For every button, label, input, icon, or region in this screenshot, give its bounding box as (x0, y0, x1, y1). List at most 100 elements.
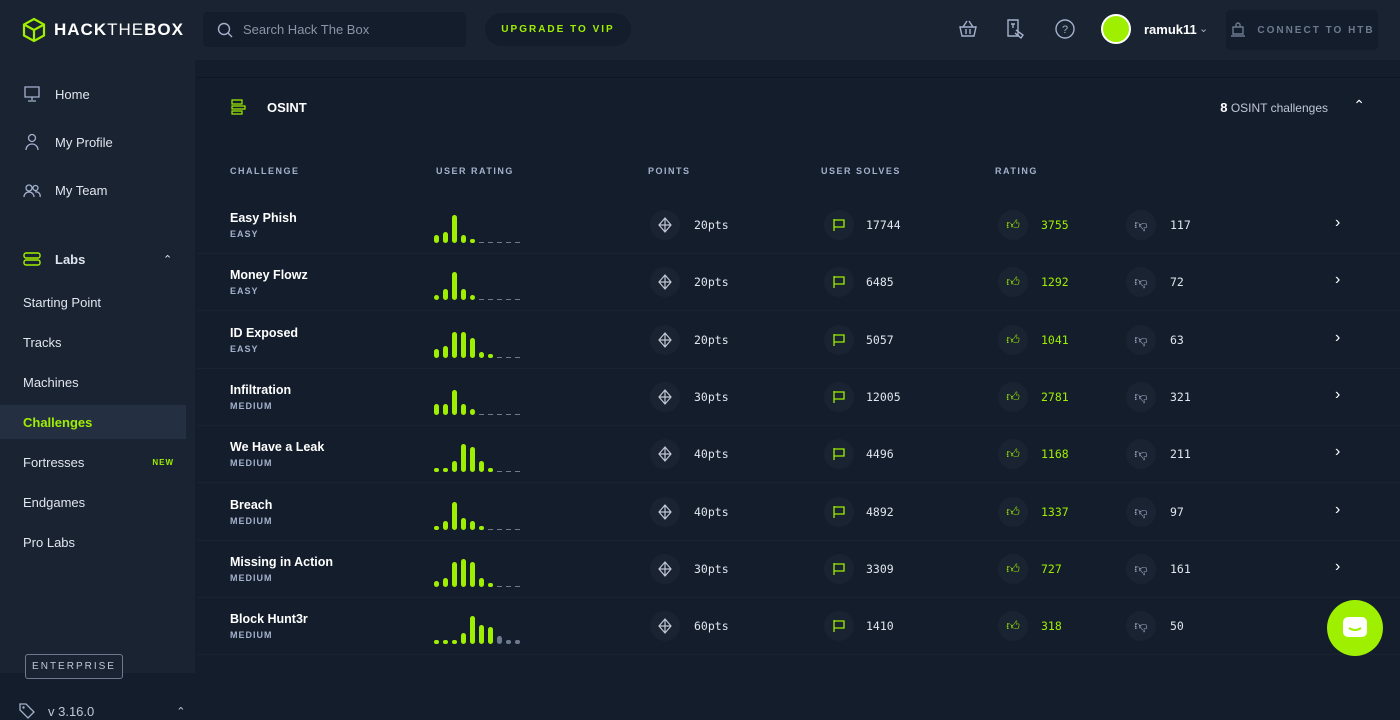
thumbs-down-icon[interactable]: 👎︎ (1126, 553, 1156, 584)
thumbs-down-icon[interactable]: 👎︎ (1126, 324, 1156, 355)
challenge-name[interactable]: Money Flowz (230, 268, 308, 282)
username[interactable]: ramuk11 (1144, 22, 1197, 37)
user-solves-count: 3309 (866, 561, 894, 576)
sidebar-item-starting-point[interactable]: Starting Point (0, 285, 186, 319)
thumbs-down-icon[interactable]: 👎︎ (1126, 496, 1156, 527)
challenge-name[interactable]: Missing in Action (230, 555, 333, 569)
user-rating-histogram (434, 498, 529, 530)
thumbs-down-icon[interactable]: 👎︎ (1126, 210, 1156, 240)
sidebar-item-tracks[interactable]: Tracks (0, 325, 186, 359)
chevron-right-icon[interactable]: › (1335, 443, 1340, 461)
thumbs-up-icon[interactable]: 👍︎ (998, 324, 1028, 355)
chevron-right-icon[interactable]: › (1335, 558, 1340, 576)
thumbs-down-icon[interactable]: 👎︎ (1126, 381, 1156, 412)
sidebar-item-fortresses[interactable]: Fortresses NEW (0, 445, 186, 479)
chevron-right-icon[interactable]: › (1335, 329, 1340, 347)
difficulty-label: MEDIUM (230, 400, 273, 411)
thumbs-up-icon[interactable]: 👍︎ (998, 439, 1028, 470)
likes-count: 1337 (1041, 504, 1069, 519)
avatar[interactable] (1101, 14, 1131, 44)
points-icon (650, 496, 680, 527)
sidebar-item-pro-labs[interactable]: Pro Labs (0, 525, 186, 559)
challenge-row[interactable]: Money Flowz EASY 20pts 6485 👍︎ 1292 👎︎ 7… (197, 254, 1400, 312)
thumbs-down-icon[interactable]: 👎︎ (1126, 267, 1156, 298)
chevron-right-icon[interactable]: › (1335, 386, 1340, 404)
thumbs-up-icon[interactable]: 👍︎ (998, 496, 1028, 527)
chevron-up-icon: ⌃ (176, 705, 186, 718)
rating-bar (443, 403, 448, 415)
challenge-row[interactable]: Breach MEDIUM 40pts 4892 👍︎ 1337 👎︎ 97 › (197, 484, 1400, 541)
rating-bar (470, 561, 475, 587)
rating-bar (434, 581, 439, 587)
rating-bar (461, 444, 466, 473)
cube-logo-icon (22, 17, 46, 43)
sidebar-item-challenges[interactable]: Challenges (0, 405, 186, 439)
thumbs-up-icon[interactable]: 👍︎ (998, 381, 1028, 412)
rating-bar (434, 294, 439, 301)
chat-support-button[interactable] (1327, 600, 1383, 656)
vpn-ticket-icon[interactable] (1005, 18, 1027, 40)
difficulty-label: EASY (230, 229, 259, 239)
column-header-user-rating[interactable]: USER RATING (436, 166, 514, 176)
connect-to-htb-button[interactable]: CONNECT TO HTB (1226, 10, 1378, 50)
rating-bar (461, 289, 466, 301)
column-header-points[interactable]: POINTS (648, 166, 691, 176)
challenge-row[interactable]: Missing in Action MEDIUM 30pts 3309 👍︎ 7… (197, 541, 1400, 598)
challenge-row[interactable]: Block Hunt3r MEDIUM 60pts 1410 👍︎ 318 👎︎… (197, 598, 1400, 656)
version-label: v 3.16.0 (48, 703, 95, 719)
challenge-name[interactable]: Block Hunt3r (230, 612, 308, 626)
sidebar-item-my-profile[interactable]: My Profile (23, 133, 113, 151)
thumbs-up-icon[interactable]: 👍︎ (998, 553, 1028, 584)
team-icon (23, 184, 41, 198)
sidebar-label: Home (55, 86, 90, 102)
challenge-name[interactable]: We Have a Leak (230, 440, 324, 454)
rating-bar (515, 640, 520, 645)
user-rating-histogram (434, 555, 529, 587)
chevron-right-icon[interactable]: › (1335, 214, 1340, 232)
chevron-up-icon[interactable]: ⌃ (163, 253, 172, 266)
help-icon[interactable]: ? (1054, 18, 1076, 40)
chevron-down-icon[interactable]: ⌄ (1199, 22, 1208, 35)
challenge-name[interactable]: Infiltration (230, 383, 291, 397)
enterprise-button[interactable]: ENTERPRISE (25, 654, 123, 679)
osint-section-header[interactable]: OSINT 8 OSINT challenges ⌃ (197, 79, 1400, 137)
thumbs-up-icon[interactable]: 👍︎ (998, 210, 1028, 240)
challenge-name[interactable]: ID Exposed (230, 326, 298, 340)
points-value: 40pts (694, 447, 729, 462)
sidebar-item-my-team[interactable]: My Team (23, 181, 108, 199)
version-toggle[interactable]: v 3.16.0 ⌃ (18, 702, 185, 720)
rating-bar (470, 409, 475, 415)
thumbs-up-icon[interactable]: 👍︎ (998, 611, 1028, 642)
challenge-row[interactable]: Easy Phish EASY 20pts 17744 👍︎ 3755 👎︎ 1… (197, 197, 1400, 254)
challenge-row[interactable]: We Have a Leak MEDIUM 40pts 4496 👍︎ 1168… (197, 426, 1400, 484)
challenge-row[interactable]: Infiltration MEDIUM 30pts 12005 👍︎ 2781 … (197, 369, 1400, 426)
sidebar-item-labs[interactable]: Labs ⌃ (23, 250, 173, 268)
challenge-row[interactable]: ID Exposed EASY 20pts 5057 👍︎ 1041 👎︎ 63… (197, 312, 1400, 369)
search-input[interactable]: Search Hack The Box (203, 12, 466, 47)
rating-bar (470, 294, 475, 301)
sidebar-item-machines[interactable]: Machines (0, 365, 186, 399)
chevron-right-icon[interactable]: › (1335, 501, 1340, 519)
htb-logo[interactable]: HACKTHEBOX (22, 17, 184, 43)
points-value: 20pts (694, 275, 729, 290)
collapse-chevron-icon[interactable]: ⌃ (1353, 97, 1365, 114)
user-solves-count: 12005 (866, 389, 901, 404)
rating-bar (434, 640, 439, 645)
challenge-name[interactable]: Breach (230, 498, 272, 512)
sidebar-item-home[interactable]: Home (23, 85, 90, 103)
new-badge: NEW (152, 457, 174, 467)
dislikes-count: 63 (1170, 332, 1184, 347)
rating-bar (515, 242, 520, 243)
upgrade-vip-button[interactable]: UPGRADE TO VIP (485, 13, 631, 46)
thumbs-down-icon[interactable]: 👎︎ (1126, 611, 1156, 642)
thumbs-up-icon[interactable]: 👍︎ (998, 267, 1028, 298)
column-header-challenge[interactable]: CHALLENGE (230, 166, 300, 176)
thumbs-down-icon[interactable]: 👎︎ (1126, 439, 1156, 470)
column-header-user-solves[interactable]: USER SOLVES (821, 166, 901, 176)
sidebar-item-endgames[interactable]: Endgames (0, 485, 186, 519)
challenge-name[interactable]: Easy Phish (230, 211, 297, 225)
flag-solves-icon (824, 439, 854, 470)
column-header-rating[interactable]: RATING (995, 166, 1038, 176)
basket-icon[interactable] (957, 18, 979, 40)
chevron-right-icon[interactable]: › (1335, 271, 1340, 289)
